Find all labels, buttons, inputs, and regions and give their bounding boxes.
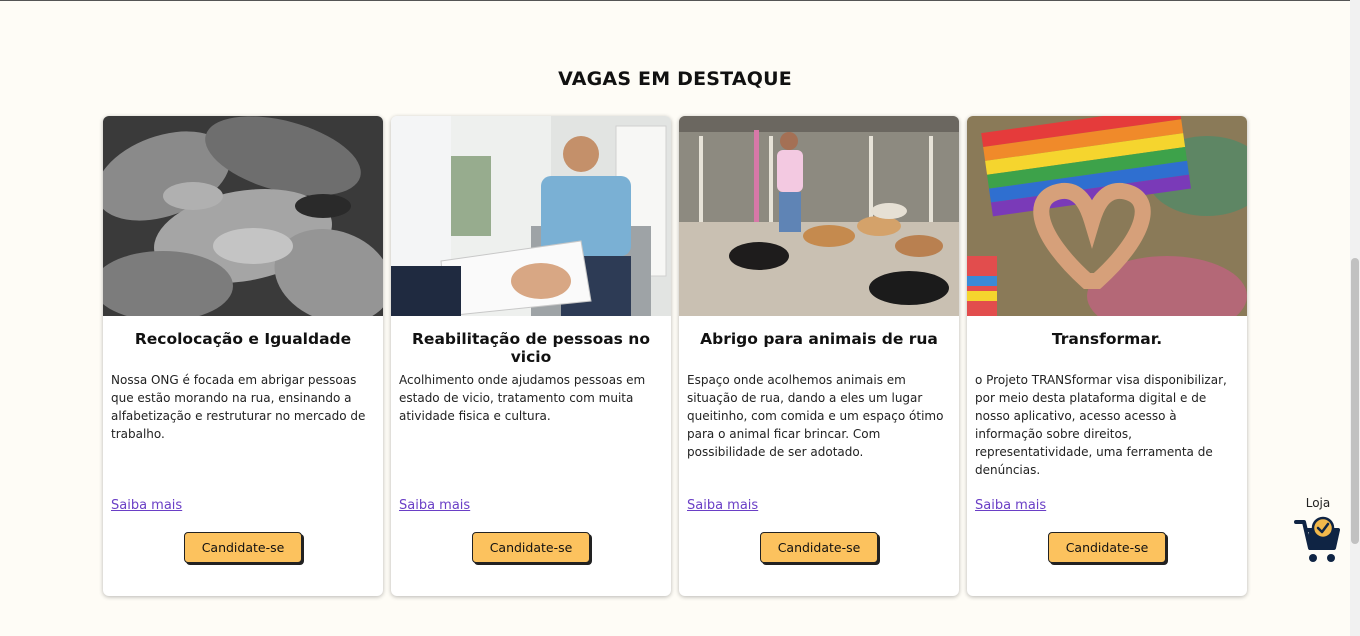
card-reabilitacao: Reabilitação de pessoas no vicio Acolhim… xyxy=(391,116,671,596)
store-shortcut[interactable]: Loja xyxy=(1292,496,1344,568)
card-image-pride-flag xyxy=(967,116,1247,316)
candidate-se-button[interactable]: Candidate-se xyxy=(472,532,590,563)
card-description: Espaço onde acolhemos animais em situaçã… xyxy=(687,373,944,459)
card-image-hands xyxy=(103,116,383,316)
saiba-mais-link[interactable]: Saiba mais xyxy=(399,498,470,513)
page-scrollbar[interactable] xyxy=(1350,0,1360,636)
candidate-se-button[interactable]: Candidate-se xyxy=(184,532,302,563)
card-recolocacao: Recolocação e Igualdade Nossa ONG é foca… xyxy=(103,116,383,596)
candidate-se-button[interactable]: Candidate-se xyxy=(760,532,878,563)
card-abrigo-animais: Abrigo para animais de rua Espaço onde a… xyxy=(679,116,959,596)
card-title: Reabilitação de pessoas no vicio xyxy=(412,330,650,366)
featured-cards: Recolocação e Igualdade Nossa ONG é foca… xyxy=(103,116,1247,596)
saiba-mais-link[interactable]: Saiba mais xyxy=(687,498,758,513)
card-image-therapy xyxy=(391,116,671,316)
saiba-mais-link[interactable]: Saiba mais xyxy=(975,498,1046,513)
card-transformar: Transformar. o Projeto TRANSformar visa … xyxy=(967,116,1247,596)
card-image-dogs xyxy=(679,116,959,316)
shopping-cart-check-icon[interactable] xyxy=(1294,514,1342,564)
card-description: Nossa ONG é focada em abrigar pessoas qu… xyxy=(111,373,366,441)
card-title: Transformar. xyxy=(1051,330,1163,348)
scrollbar-thumb[interactable] xyxy=(1351,258,1359,544)
card-title: Recolocação e Igualdade xyxy=(134,330,352,348)
card-description: Acolhimento onde ajudamos pessoas em est… xyxy=(399,373,646,423)
saiba-mais-link[interactable]: Saiba mais xyxy=(111,498,182,513)
card-description: o Projeto TRANSformar visa disponibiliza… xyxy=(975,373,1227,477)
section-title: VAGAS EM DESTAQUE xyxy=(558,68,792,90)
candidate-se-button[interactable]: Candidate-se xyxy=(1048,532,1166,563)
card-title: Abrigo para animais de rua xyxy=(700,330,938,348)
top-divider xyxy=(0,0,1350,1)
store-label: Loja xyxy=(1305,496,1331,510)
